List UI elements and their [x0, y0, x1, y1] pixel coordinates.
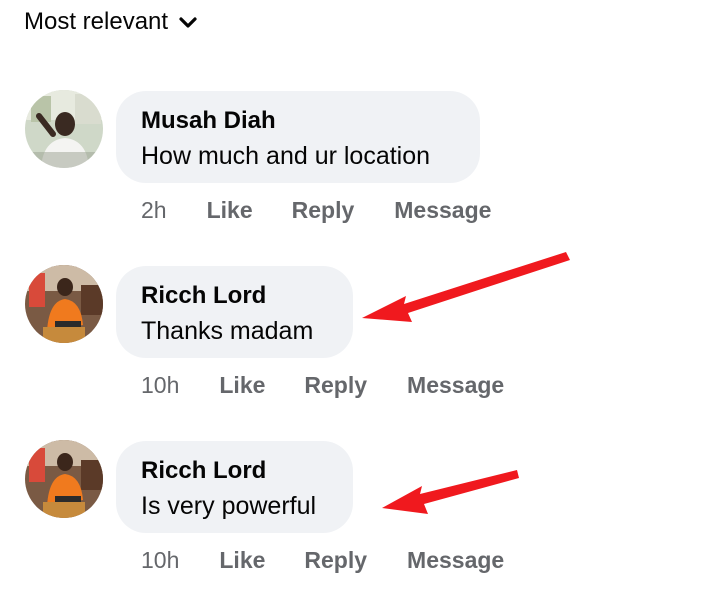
message-button[interactable]: Message	[394, 197, 491, 224]
arrow-annotation-1	[362, 252, 570, 322]
comment-item: Ricch Lord Is very powerful 10h Like Rep…	[0, 0, 720, 573]
comment-bubble: Ricch Lord Thanks madam	[116, 266, 353, 358]
like-button[interactable]: Like	[219, 372, 265, 399]
reply-button[interactable]: Reply	[292, 197, 355, 224]
like-button[interactable]: Like	[219, 547, 265, 574]
comment-author[interactable]: Ricch Lord	[141, 282, 329, 310]
comment-actions: 10h Like Reply Message	[141, 372, 504, 399]
message-button[interactable]: Message	[407, 372, 504, 399]
comment-author[interactable]: Ricch Lord	[141, 457, 329, 485]
like-button[interactable]: Like	[207, 197, 253, 224]
message-button[interactable]: Message	[407, 547, 504, 574]
comment-timestamp[interactable]: 10h	[141, 372, 179, 399]
reply-button[interactable]: Reply	[304, 372, 367, 399]
avatar[interactable]	[25, 265, 103, 343]
arrow-annotation-2	[382, 470, 519, 514]
avatar[interactable]	[25, 440, 103, 518]
comment-bubble: Ricch Lord Is very powerful	[116, 441, 353, 533]
comment-text: Thanks madam	[141, 317, 314, 345]
reply-button[interactable]: Reply	[304, 547, 367, 574]
comment-actions: 2h Like Reply Message	[141, 197, 491, 224]
comment-actions: 10h Like Reply Message	[141, 547, 504, 574]
comment-timestamp[interactable]: 2h	[141, 197, 167, 224]
comment-timestamp[interactable]: 10h	[141, 547, 179, 574]
comment-text: Is very powerful	[141, 492, 317, 520]
